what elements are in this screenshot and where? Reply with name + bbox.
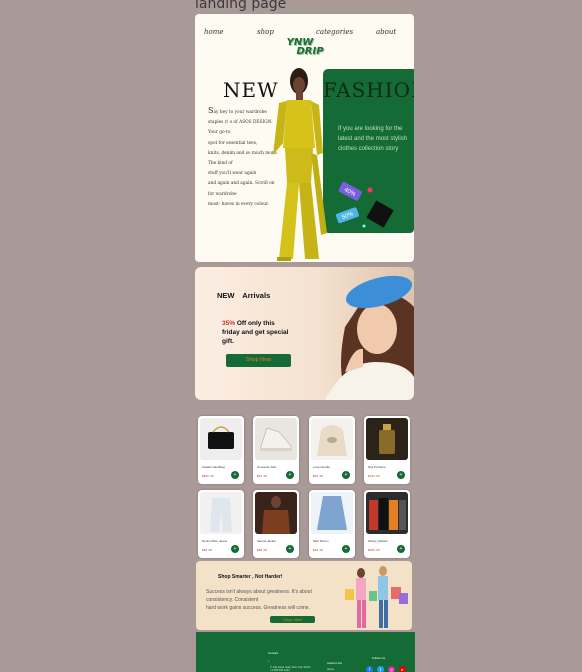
footer-link-home[interactable]: Home — [327, 668, 334, 671]
twitter-icon[interactable]: t — [377, 666, 384, 672]
product-card[interactable]: Skirt Denim $40 .00 + — [309, 490, 355, 558]
hero-green-text: If you are looking for the latest and th… — [338, 126, 408, 152]
product-name: Noir Perfume — [368, 465, 386, 469]
model-photo — [273, 68, 327, 261]
product-name: Winter Jackets — [368, 539, 388, 543]
product-card[interactable]: Sienna Jacket $98 .00 + — [253, 490, 299, 558]
product-price: $98 .00 — [257, 548, 268, 552]
product-card[interactable]: Classic Handbag $890 .00 + — [198, 416, 244, 484]
product-card[interactable]: Denim Mom Jeans $48 .00 + — [198, 490, 244, 558]
product-card[interactable]: Winter Jackets $150 .00 + — [364, 490, 410, 558]
product-image-jacket — [255, 492, 297, 534]
shop-now-button[interactable]: Shop Now — [226, 354, 291, 367]
nav-categories[interactable]: categories — [316, 28, 353, 36]
sale-tags-illustration: 40% 50% — [335, 182, 394, 228]
shop-smarter-line: Success isn't always about greatness. It… — [206, 589, 312, 595]
footer-contact-title: Contact — [268, 651, 279, 655]
footer-links-title: Useful Link — [327, 661, 342, 665]
product-price: $40 .00 — [313, 548, 324, 552]
location-icon: ⌖ — [268, 660, 270, 663]
product-image-winter-jackets — [366, 492, 408, 534]
product-name: Denim Mom Jeans — [202, 539, 228, 543]
add-to-cart-button[interactable]: + — [231, 471, 239, 479]
nav-home[interactable]: home — [204, 28, 224, 36]
product-image-sneaker — [255, 418, 297, 460]
product-name: Skirt Denim — [313, 539, 329, 543]
shoppers-photo — [345, 566, 408, 628]
shop-smarter-line: hard work gains success. Greatness will … — [206, 605, 310, 611]
product-price: $150 .00 — [368, 548, 380, 552]
hero-copy-line: The kind of — [208, 161, 233, 167]
add-to-cart-button[interactable]: + — [286, 545, 294, 553]
product-name: Classic Handbag — [202, 465, 225, 469]
nav-about[interactable]: about — [376, 28, 396, 36]
product-name: Converse Star — [257, 465, 277, 469]
shop-smarter-banner: Shop Smarter , Not Harder! Success isn't… — [196, 561, 412, 630]
product-name: Loop Hoodie — [313, 465, 331, 469]
product-price: $55 .00 — [313, 474, 324, 478]
product-image-jeans — [200, 492, 242, 534]
hero-copy-line: for wardrobe — [208, 191, 237, 197]
canvas-title: landing page — [195, 0, 287, 12]
product-price: $64 .00 — [257, 474, 268, 478]
offer-percent: 35% — [222, 320, 236, 327]
hero-copy-line: spot for essential tees, — [208, 140, 258, 146]
product-image-perfume — [366, 418, 408, 460]
product-card[interactable]: Noir Perfume $120 .00 + — [364, 416, 410, 484]
facebook-icon[interactable]: f — [366, 666, 373, 672]
hero-word-fashion: FASHION — [323, 78, 414, 102]
shop-smarter-button[interactable]: Shop Now — [270, 616, 315, 623]
arrivals-offer: 35% Off only this friday and get special… — [222, 319, 292, 346]
product-card[interactable]: Converse Star $64 .00 + — [253, 416, 299, 484]
hero-section: home shop categories about YNW DRIP NEW … — [195, 14, 414, 262]
hero-copy-line: stuff you'll wear again — [208, 171, 257, 177]
shop-smarter-line: consistency. Consistent — [206, 597, 259, 603]
shop-smarter-text: Success isn't always about greatness. It… — [206, 588, 336, 612]
brand-logo-line2: DRIP — [296, 46, 324, 57]
product-price: $48 .00 — [202, 548, 213, 552]
add-to-cart-button[interactable]: + — [342, 545, 350, 553]
product-price: $890 .00 — [202, 474, 214, 478]
arrivals-title: NEW Arrivals — [217, 291, 271, 300]
add-to-cart-button[interactable]: + — [397, 471, 405, 479]
woman-beret-photo — [325, 275, 414, 400]
product-image-hoodie — [311, 418, 353, 460]
product-image-denim-skirt — [311, 492, 353, 534]
shop-smarter-title: Shop Smarter , Not Harder! — [218, 574, 283, 580]
footer-follow-title: Follow Us — [372, 656, 386, 660]
add-to-cart-button[interactable]: + — [342, 471, 350, 479]
product-price: $120 .00 — [368, 474, 380, 478]
footer: Contact ⌖ © 140 street road, New York 10… — [196, 632, 415, 672]
nav-shop[interactable]: shop — [257, 28, 274, 36]
add-to-cart-button[interactable]: + — [231, 545, 239, 553]
product-image-handbag — [200, 418, 242, 460]
product-name: Sienna Jacket — [257, 539, 276, 543]
add-to-cart-button[interactable]: + — [397, 545, 405, 553]
add-to-cart-button[interactable]: + — [286, 471, 294, 479]
youtube-icon[interactable]: ▸ — [399, 666, 406, 672]
brand-logo[interactable]: YNW DRIP — [265, 38, 335, 57]
instagram-icon[interactable]: ◎ — [388, 666, 395, 672]
arrivals-banner: NEW Arrivals 35% Off only this friday an… — [195, 267, 414, 400]
product-card[interactable]: Loop Hoodie $55 .00 + — [309, 416, 355, 484]
